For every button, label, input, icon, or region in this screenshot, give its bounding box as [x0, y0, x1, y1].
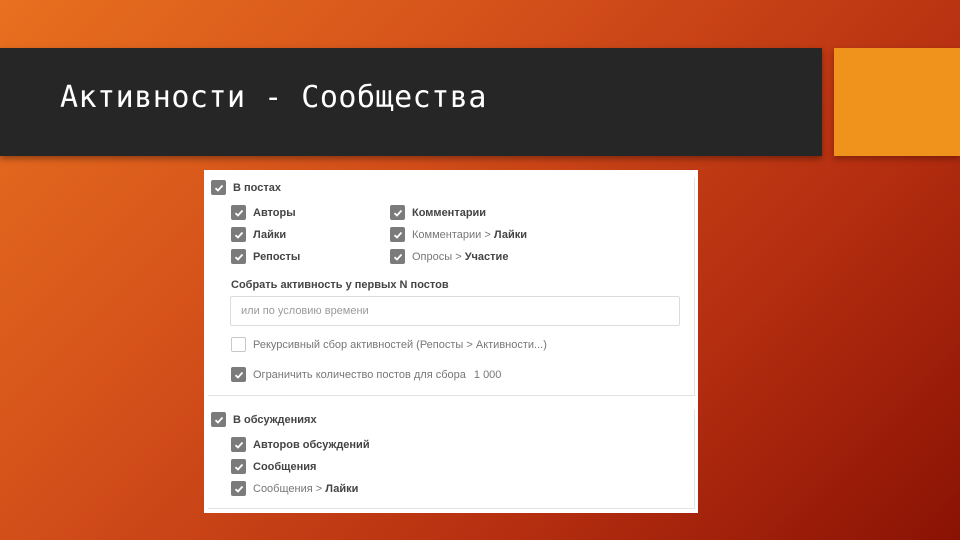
limit-posts-checkbox[interactable]: Ограничить количество постов для сбора 1… — [231, 367, 501, 382]
polls-suffix: Участие — [464, 250, 509, 263]
comments-likes-prefix: Комментарии > — [412, 228, 494, 241]
posts-comments-likes-label: Комментарии > Лайки — [412, 229, 527, 241]
check-icon — [231, 481, 246, 496]
discussion-messages-checkbox[interactable]: Сообщения — [231, 459, 316, 474]
discussion-messages-label: Сообщения — [253, 460, 317, 473]
posts-polls-label: Опросы > Участие — [412, 251, 508, 263]
comments-likes-suffix: Лайки — [493, 228, 527, 241]
posts-reposts-checkbox[interactable]: Репосты — [231, 249, 300, 264]
polls-prefix: Опросы > — [412, 250, 465, 263]
posts-likes-label: Лайки — [253, 228, 287, 241]
check-icon — [211, 412, 226, 427]
discussions-header-label: В обсуждениях — [233, 413, 317, 426]
discussion-authors-checkbox[interactable]: Авторов обсуждений — [231, 437, 370, 452]
check-icon — [231, 459, 246, 474]
posts-header-checkbox[interactable]: В постах — [211, 180, 281, 195]
discussion-messages-likes-label: Сообщения > Лайки — [253, 483, 358, 495]
check-icon — [390, 249, 405, 264]
discussions-header-checkbox[interactable]: В обсуждениях — [211, 412, 317, 427]
first-n-posts-input[interactable]: или по условию времени — [230, 296, 680, 326]
limit-posts-label: Ограничить количество постов для сбора — [253, 368, 466, 381]
check-icon — [231, 227, 246, 242]
check-icon — [231, 437, 246, 452]
posts-comments-checkbox[interactable]: Комментарии — [390, 205, 486, 220]
accent-block — [834, 48, 960, 156]
collect-first-n-label: Собрать активность у первых N постов — [231, 279, 449, 291]
slide-title: Активности - Сообщества — [60, 80, 487, 115]
messages-likes-prefix: Сообщения > — [253, 482, 326, 495]
discussion-messages-likes-checkbox[interactable]: Сообщения > Лайки — [231, 481, 358, 496]
activity-settings-panel: В постах Авторы Лайки Репосты Комментари… — [204, 170, 698, 513]
discussion-authors-label: Авторов обсуждений — [253, 438, 370, 451]
first-n-posts-placeholder: или по условию времени — [241, 305, 369, 317]
posts-authors-label: Авторы — [253, 206, 296, 219]
check-icon — [211, 180, 226, 195]
posts-comments-label: Комментарии — [412, 206, 487, 219]
posts-reposts-label: Репосты — [253, 250, 301, 263]
recursive-collect-label: Рекурсивный сбор активностей (Репосты > … — [253, 338, 547, 351]
limit-posts-value[interactable]: 1 000 — [474, 369, 502, 381]
recursive-collect-checkbox[interactable]: Рекурсивный сбор активностей (Репосты > … — [231, 337, 547, 352]
posts-header-label: В постах — [233, 181, 281, 194]
posts-comments-likes-checkbox[interactable]: Комментарии > Лайки — [390, 227, 527, 242]
check-icon — [390, 205, 405, 220]
check-icon — [231, 249, 246, 264]
check-icon — [390, 227, 405, 242]
posts-likes-checkbox[interactable]: Лайки — [231, 227, 286, 242]
posts-authors-checkbox[interactable]: Авторы — [231, 205, 296, 220]
check-icon — [231, 205, 246, 220]
check-icon — [231, 367, 246, 382]
posts-polls-checkbox[interactable]: Опросы > Участие — [390, 249, 508, 264]
empty-checkbox-icon — [231, 337, 246, 352]
messages-likes-suffix: Лайки — [325, 482, 359, 495]
